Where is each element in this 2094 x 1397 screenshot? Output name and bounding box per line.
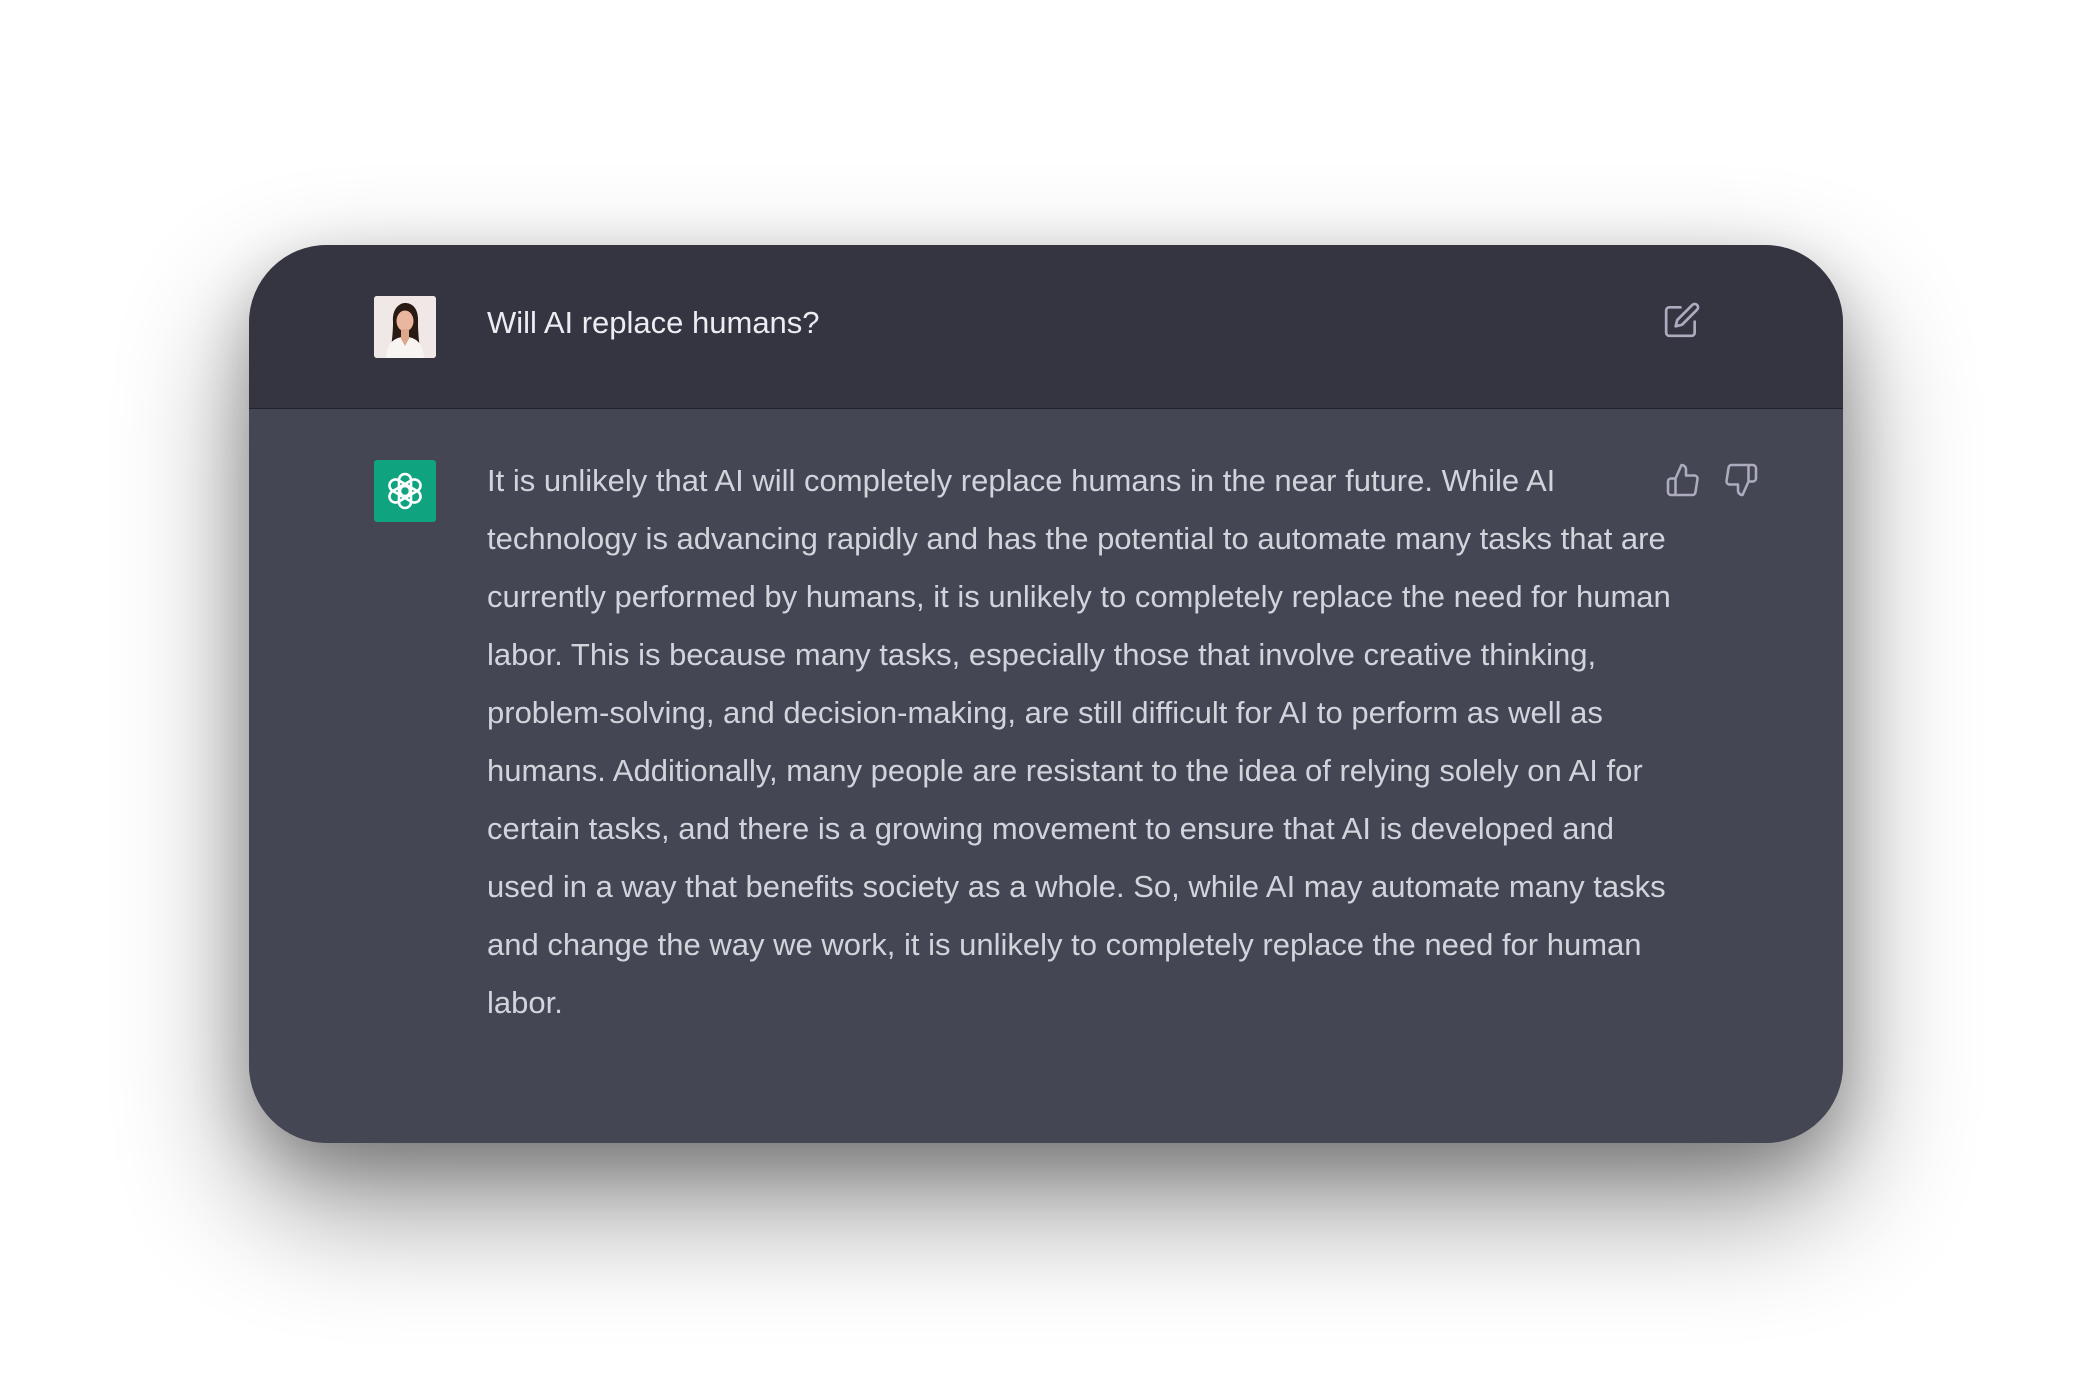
user-avatar bbox=[374, 296, 436, 358]
thumbs-up-icon[interactable] bbox=[1665, 462, 1701, 498]
chat-card: Will AI replace humans? It is unlikely t… bbox=[249, 245, 1843, 1143]
user-message-row: Will AI replace humans? bbox=[249, 245, 1843, 409]
edit-icon[interactable] bbox=[1663, 301, 1701, 339]
page: Will AI replace humans? It is unlikely t… bbox=[0, 0, 2094, 1397]
assistant-message-text: It is unlikely that AI will completely r… bbox=[487, 463, 1671, 1020]
thumbs-down-icon[interactable] bbox=[1723, 462, 1759, 498]
chatgpt-logo-icon bbox=[374, 460, 436, 522]
assistant-message-row: It is unlikely that AI will completely r… bbox=[249, 409, 1843, 1143]
user-message-text: Will AI replace humans? bbox=[487, 305, 820, 340]
